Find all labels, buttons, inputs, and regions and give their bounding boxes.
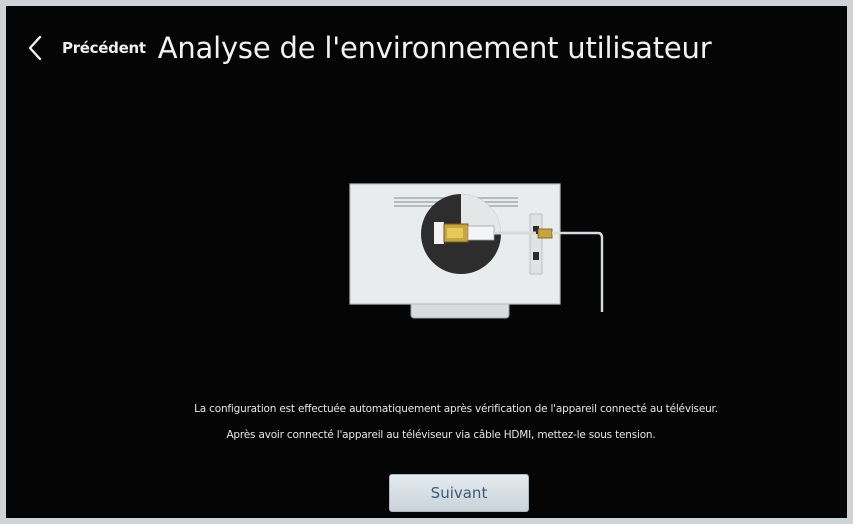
back-button[interactable]: Précédent bbox=[28, 28, 146, 68]
page-title: Analyse de l'environnement utilisateur bbox=[157, 31, 712, 65]
tv-hdmi-connection-illustration bbox=[346, 174, 616, 324]
chevron-left-icon bbox=[28, 28, 58, 68]
next-button[interactable]: Suivant bbox=[389, 474, 529, 512]
description-line-2: Après avoir connecté l'appareil au télév… bbox=[226, 429, 656, 441]
header: Précédent Analyse de l'environnement uti… bbox=[28, 24, 738, 72]
description-line-1: La configuration est effectuée automatiq… bbox=[194, 403, 718, 415]
back-label: Précédent bbox=[62, 39, 146, 57]
tv-screen: Précédent Analyse de l'environnement uti… bbox=[6, 6, 847, 518]
